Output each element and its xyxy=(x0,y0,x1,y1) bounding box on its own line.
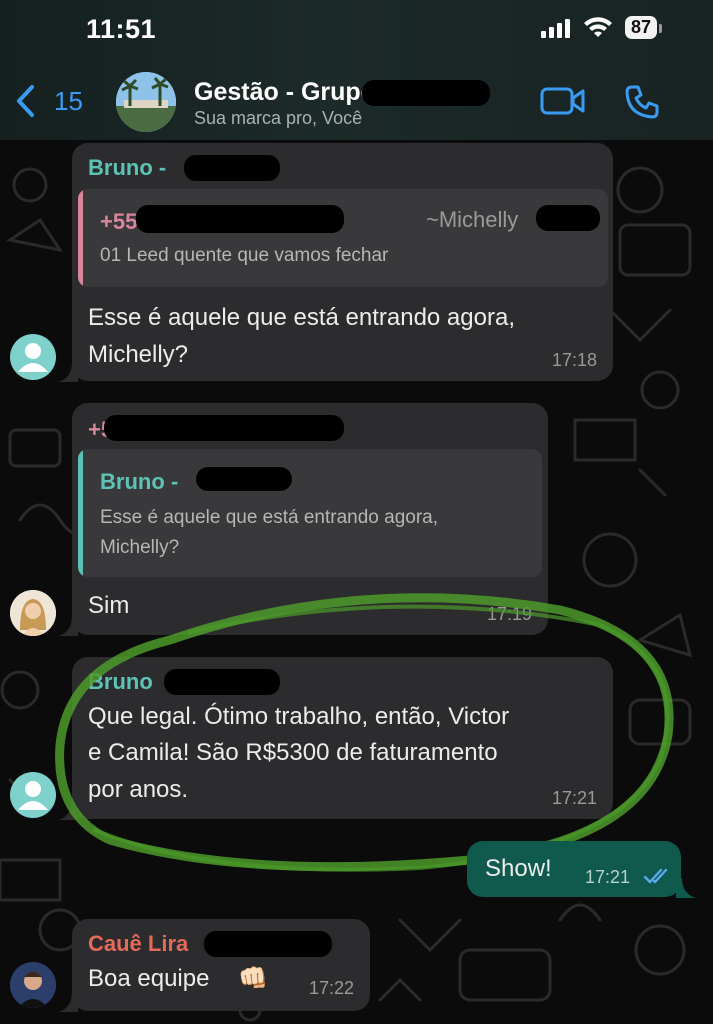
message-time: 17:22 xyxy=(308,978,354,998)
group-title[interactable]: Gestão - Grupo xyxy=(194,78,376,107)
bubble-tail xyxy=(58,992,78,1012)
chat-header: 11:51 87 15 Gestão - Grupo Sua marca pro… xyxy=(0,0,713,140)
bubble-tail xyxy=(58,362,78,382)
quoted-sender: +55 xyxy=(100,209,138,234)
quoted-message[interactable]: Bruno - Esse é aquele que está entrando … xyxy=(78,449,542,577)
message-text: Show! xyxy=(485,855,552,882)
message-time: 17:21 xyxy=(551,788,597,808)
redaction-mark xyxy=(204,931,332,957)
message-text-line: e Camila! São R$5300 de faturamento xyxy=(88,739,498,766)
chevron-left-icon xyxy=(17,85,34,117)
redaction-mark xyxy=(536,205,600,231)
message-text-line: Esse é aquele que está entrando agora, xyxy=(88,304,515,331)
back-button[interactable]: 15 xyxy=(16,84,83,118)
message-text-line: Michelly? xyxy=(88,341,189,368)
message-bubble[interactable]: Bruno - +55 ~Michelly 01 Leed quente que… xyxy=(72,143,613,381)
video-camera-icon xyxy=(540,87,585,115)
double-check-read-icon xyxy=(643,868,668,884)
person-icon xyxy=(18,781,48,810)
video-call-button[interactable] xyxy=(540,86,586,121)
redaction-mark xyxy=(136,205,344,233)
avatar[interactable] xyxy=(10,590,56,636)
message-bubble-outgoing[interactable]: Show! 17:21 xyxy=(467,841,681,897)
quoted-sender: Bruno - xyxy=(100,469,179,494)
message-text-line: por anos. xyxy=(88,776,189,803)
profile-photo-icon xyxy=(10,590,56,636)
quoted-text: 01 Leed quente que vamos fechar xyxy=(100,245,389,266)
redaction-mark xyxy=(164,669,280,695)
message-time: 17:18 xyxy=(551,350,597,370)
avatar[interactable] xyxy=(10,962,56,1008)
quote-bar xyxy=(78,449,83,577)
battery-indicator: 87 xyxy=(624,16,663,39)
bubble-tail xyxy=(58,800,78,820)
status-icons: 87 xyxy=(540,16,663,39)
group-avatar[interactable] xyxy=(116,72,176,132)
fist-bump-emoji: 👊🏻 xyxy=(238,965,268,992)
redaction-mark xyxy=(196,467,292,491)
message-text: Sim xyxy=(88,592,130,619)
unread-count: 15 xyxy=(54,85,83,116)
profile-photo-icon xyxy=(10,962,56,1008)
person-icon xyxy=(18,343,48,372)
voice-call-button[interactable] xyxy=(624,84,660,125)
redaction-mark xyxy=(362,80,490,106)
message-bubble[interactable]: Cauê Lira Boa equipe 👊🏻 17:22 xyxy=(72,919,370,1011)
cellular-signal-icon xyxy=(540,18,570,38)
status-time: 11:51 xyxy=(86,14,157,44)
message-bubble[interactable]: Bruno Que legal. Ótimo trabalho, então, … xyxy=(72,657,613,819)
bubble-tail xyxy=(676,878,696,898)
group-participants: Sua marca pro, Você xyxy=(194,108,363,128)
quote-bar xyxy=(78,189,83,287)
message-time: 17:21 xyxy=(585,867,631,887)
message-bubble[interactable]: +55 Bruno - Esse é aquele que está entra… xyxy=(72,403,548,635)
avatar[interactable] xyxy=(10,334,56,380)
quoted-message[interactable]: +55 ~Michelly 01 Leed quente que vamos f… xyxy=(78,189,608,287)
avatar[interactable] xyxy=(10,772,56,818)
quoted-text-line: Michelly? xyxy=(100,537,180,558)
message-text-line: Que legal. Ótimo trabalho, então, Victor xyxy=(88,703,510,730)
message-sender[interactable]: Cauê Lira xyxy=(88,931,188,957)
quoted-author: ~Michelly xyxy=(426,207,519,232)
redaction-mark xyxy=(104,415,344,441)
wifi-icon xyxy=(583,16,612,37)
bubble-tail xyxy=(58,616,78,636)
message-sender[interactable]: Bruno - xyxy=(88,155,166,181)
message-time: 17:19 xyxy=(486,604,532,624)
quoted-text-line: Esse é aquele que está entrando agora, xyxy=(100,507,439,528)
phone-icon xyxy=(625,85,659,119)
message-sender[interactable]: Bruno xyxy=(88,669,153,695)
redaction-mark xyxy=(184,155,280,181)
message-text: Boa equipe xyxy=(88,965,210,992)
